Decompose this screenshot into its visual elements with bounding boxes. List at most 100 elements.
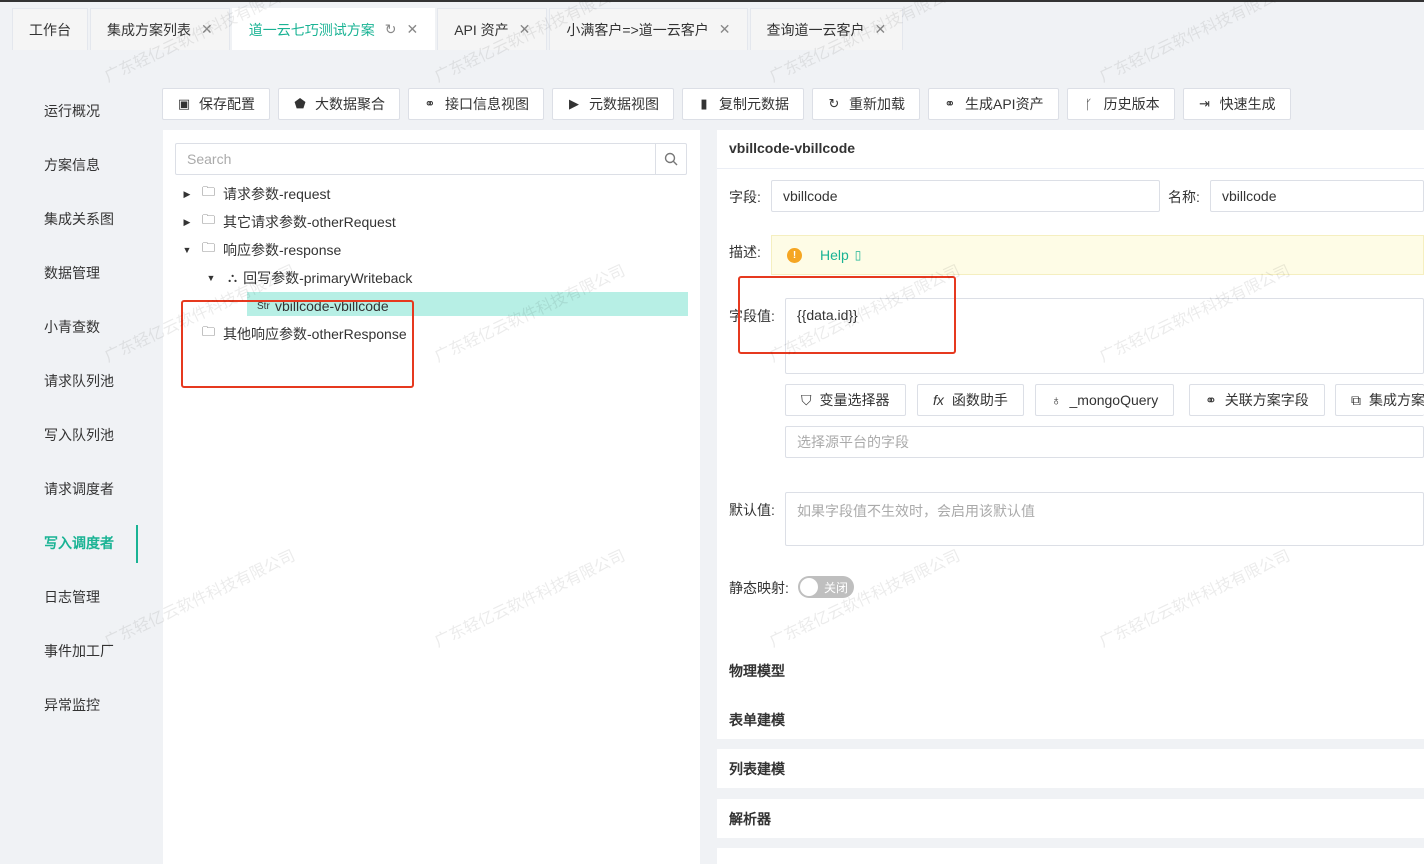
caret-right-icon[interactable]: ▶ xyxy=(182,189,192,200)
tab-test-solution[interactable]: 道一云七巧测试方案 ↻ ✕ xyxy=(231,8,436,50)
sidebar-item-request-scheduler[interactable]: 请求调度者 xyxy=(0,462,140,516)
sidebar: 运行概况 方案信息 集成关系图 数据管理 小青查数 请求队列池 写入队列池 请求… xyxy=(0,84,140,732)
caret-down-icon[interactable]: ▼ xyxy=(182,245,192,255)
branch-icon: ᚴ xyxy=(1084,96,1093,112)
button-label: 接口信息视图 xyxy=(445,96,529,112)
static-mapping-toggle[interactable]: 关闭 xyxy=(798,576,854,598)
search-icon[interactable] xyxy=(655,144,686,174)
section-physical-model[interactable]: 物理模型 xyxy=(717,651,1424,690)
interface-info-view-button[interactable]: ⚭ 接口信息视图 xyxy=(408,88,544,120)
button-label: 重新加载 xyxy=(849,96,905,112)
tab-solution-list[interactable]: 集成方案列表 ✕ xyxy=(90,8,230,50)
button-label: 保存配置 xyxy=(199,96,255,112)
mongo-query-button[interactable]: ♁ _mongoQuery xyxy=(1035,384,1175,416)
copy-metadata-button[interactable]: ▮ 复制元数据 xyxy=(682,88,804,120)
save-config-button[interactable]: ▣ 保存配置 xyxy=(162,88,270,120)
link-icon: ⚭ xyxy=(944,96,956,111)
help-link[interactable]: Help xyxy=(820,247,849,263)
tab-customer-sync[interactable]: 小满客户=>道一云客户 ✕ xyxy=(549,8,748,50)
integration-solution-button[interactable]: ⧉ 集成方案 xyxy=(1335,384,1424,416)
annotation-highlight-box xyxy=(738,276,956,354)
button-label: 集成方案 xyxy=(1369,392,1424,408)
field-detail-panel: vbillcode-vbillcode 字段: vbillcode 名称: vb… xyxy=(717,130,1424,702)
sidebar-item-exception-monitor[interactable]: 异常监控 xyxy=(0,678,140,732)
tree-node-primary-writeback[interactable]: ▼ ⛬ 回写参数-primaryWriteback xyxy=(163,264,700,292)
sidebar-item-data-query[interactable]: 小青查数 xyxy=(0,300,140,354)
close-icon[interactable]: ✕ xyxy=(406,21,418,38)
big-data-aggregate-button[interactable]: ⬟ 大数据聚合 xyxy=(278,88,400,120)
variable-selector-button[interactable]: ⛉ 变量选择器 xyxy=(785,384,906,416)
sidebar-item-request-queue[interactable]: 请求队列池 xyxy=(0,354,140,408)
section-form-modeling[interactable]: 表单建模 xyxy=(717,700,1424,739)
tree-node-other-request[interactable]: ▶ 🗀 其它请求参数-otherRequest xyxy=(163,208,700,236)
tree-node-request[interactable]: ▶ 🗀 请求参数-request xyxy=(163,180,700,208)
sidebar-item-relation-graph[interactable]: 集成关系图 xyxy=(0,192,140,246)
close-icon[interactable]: ✕ xyxy=(519,21,531,38)
name-input[interactable]: vbillcode xyxy=(1210,180,1424,212)
sidebar-item-event-factory[interactable]: 事件加工厂 xyxy=(0,624,140,678)
function-helper-button[interactable]: fx 函数助手 xyxy=(917,384,1024,416)
tab-label: 集成方案列表 xyxy=(107,21,191,38)
sidebar-item-write-queue[interactable]: 写入队列池 xyxy=(0,408,140,462)
button-label: _mongoQuery xyxy=(1069,392,1159,408)
tab-query-customer[interactable]: 查询道一云客户 ✕ xyxy=(749,8,904,50)
refresh-icon[interactable]: ↻ xyxy=(385,21,397,38)
caret-down-icon[interactable]: ▼ xyxy=(206,273,216,283)
tab-workbench[interactable]: 工作台 xyxy=(12,8,88,50)
section-more[interactable] xyxy=(717,848,1424,864)
annotation-highlight-box xyxy=(181,300,414,388)
fx-icon: fx xyxy=(933,392,944,408)
link-icon: ⚭ xyxy=(424,96,436,111)
reload-icon: ↻ xyxy=(828,96,840,111)
field-label: 字段: xyxy=(729,189,761,205)
sidebar-item-overview[interactable]: 运行概况 xyxy=(0,84,140,138)
quick-generate-button[interactable]: ⇥ 快速生成 xyxy=(1182,88,1291,120)
close-icon[interactable]: ✕ xyxy=(719,21,731,38)
terminal-icon: ▶ xyxy=(569,96,579,111)
tree-node-label: 请求参数-request xyxy=(223,186,331,202)
divider xyxy=(717,168,1424,169)
sidebar-item-data-management[interactable]: 数据管理 xyxy=(0,246,140,300)
button-label: 变量选择器 xyxy=(819,392,890,408)
history-version-button[interactable]: ᚴ 历史版本 xyxy=(1066,88,1175,120)
tab-bar: 工作台 集成方案列表 ✕ 道一云七巧测试方案 ↻ ✕ API 资产 ✕ 小满客户=>道一… xyxy=(0,0,1424,50)
help-alert: ! Help ▯ xyxy=(771,235,1424,275)
pentagon-icon: ⬟ xyxy=(294,96,306,111)
static-mapping-label: 静态映射: xyxy=(729,580,789,596)
button-label: 函数助手 xyxy=(951,392,1008,408)
default-label: 默认值: xyxy=(729,502,775,518)
close-icon[interactable]: ✕ xyxy=(875,21,887,38)
section-parser[interactable]: 解析器 xyxy=(717,799,1424,838)
desc-label: 描述: xyxy=(729,244,761,260)
default-value-textarea[interactable]: 如果字段值不生效时，会启用该默认值 xyxy=(785,492,1424,546)
caret-right-icon[interactable]: ▶ xyxy=(182,217,192,228)
button-label: 大数据聚合 xyxy=(315,96,385,112)
sidebar-item-solution-info[interactable]: 方案信息 xyxy=(0,138,140,192)
tree-node-response[interactable]: ▼ 🗀 响应参数-response xyxy=(163,236,700,264)
source-field-select[interactable]: 选择源平台的字段 xyxy=(785,426,1424,458)
field-input[interactable]: vbillcode xyxy=(771,180,1160,212)
folder-icon: 🗀 xyxy=(202,212,216,227)
reload-button[interactable]: ↻ 重新加载 xyxy=(812,88,920,120)
detail-title: vbillcode-vbillcode xyxy=(729,140,856,156)
link-icon: ⚭ xyxy=(1205,391,1217,408)
button-label: 历史版本 xyxy=(1103,96,1160,112)
tab-api-assets[interactable]: API 资产 ✕ xyxy=(437,8,548,50)
generate-api-asset-button[interactable]: ⚭ 生成API资产 xyxy=(928,88,1059,120)
close-icon[interactable]: ✕ xyxy=(201,21,213,38)
tree-panel: ▶ 🗀 请求参数-request ▶ 🗀 其它请求参数-otherRequest… xyxy=(163,130,700,864)
copy-icon: ▮ xyxy=(700,96,708,111)
folder-icon: 🗀 xyxy=(202,240,216,255)
button-label: 复制元数据 xyxy=(719,96,789,112)
related-solution-field-button[interactable]: ⚭ 关联方案字段 xyxy=(1189,384,1325,416)
metadata-view-button[interactable]: ▶ 元数据视图 xyxy=(552,88,674,120)
document-icon[interactable]: ▯ xyxy=(855,248,862,262)
search-input[interactable] xyxy=(176,144,655,174)
button-label: 关联方案字段 xyxy=(1224,392,1309,408)
tab-label: 小满客户=>道一云客户 xyxy=(566,21,709,38)
save-icon: ▣ xyxy=(177,96,191,111)
export-icon: ⇥ xyxy=(1199,96,1211,111)
sidebar-item-logs[interactable]: 日志管理 xyxy=(0,570,140,624)
section-list-modeling[interactable]: 列表建模 xyxy=(717,749,1424,788)
sidebar-item-write-scheduler[interactable]: 写入调度者 xyxy=(0,516,140,570)
